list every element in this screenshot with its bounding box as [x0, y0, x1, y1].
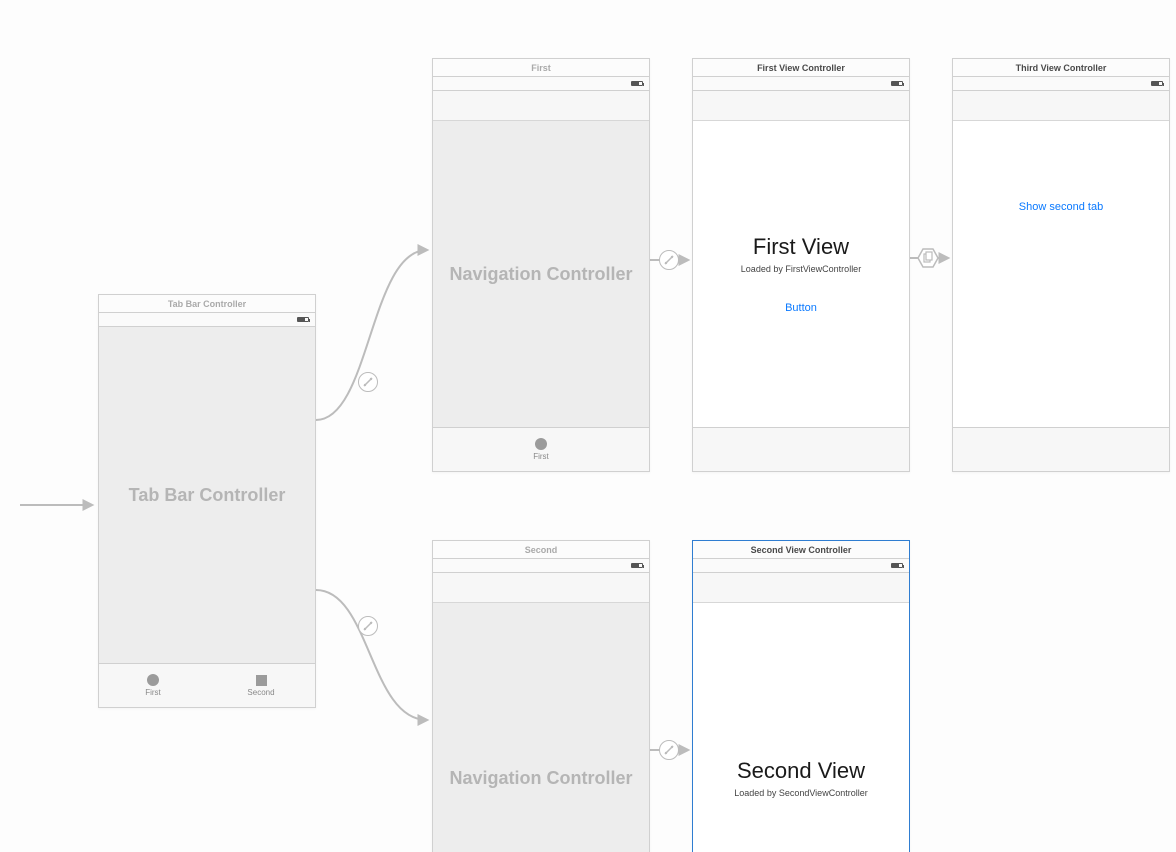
scene-title: Third View Controller — [953, 59, 1169, 77]
view-subtitle: Loaded by SecondViewController — [734, 788, 867, 798]
scene-body: Second View Loaded by SecondViewControll… — [693, 603, 909, 852]
tab-item-first[interactable]: First — [99, 664, 207, 707]
circle-icon — [147, 674, 159, 686]
storyboard-canvas[interactable]: Tab Bar Controller Tab Bar Controller Fi… — [0, 0, 1176, 852]
segue-relationship-icon[interactable] — [358, 372, 378, 392]
scene-placeholder-label: Navigation Controller — [449, 264, 632, 285]
scene-body: Show second tab — [953, 121, 1169, 427]
scene-title: Tab Bar Controller — [99, 295, 315, 313]
tab-item-label: First — [533, 452, 549, 461]
view-heading: Second View — [737, 758, 865, 784]
tab-item-label: Second — [247, 688, 274, 697]
scene-third-view-controller[interactable]: Third View Controller Show second tab — [952, 58, 1170, 472]
scene-placeholder-label: Navigation Controller — [449, 768, 632, 789]
scene-body: Navigation Controller — [433, 121, 649, 427]
status-bar — [693, 77, 909, 91]
segue-relationship-icon[interactable] — [358, 616, 378, 636]
nav-bar — [953, 91, 1169, 121]
scene-title: First — [433, 59, 649, 77]
status-bar — [99, 313, 315, 327]
tab-item-second[interactable]: Second — [207, 664, 315, 707]
battery-icon — [631, 563, 643, 568]
scene-body: Tab Bar Controller — [99, 327, 315, 663]
status-bar — [953, 77, 1169, 91]
scene-nav-controller-first[interactable]: First Navigation Controller First — [432, 58, 650, 472]
tab-item-first[interactable]: First — [433, 428, 649, 471]
show-second-tab-button[interactable]: Show second tab — [1019, 201, 1103, 213]
view-heading: First View — [753, 234, 849, 260]
battery-icon — [891, 81, 903, 86]
scene-first-view-controller[interactable]: First View Controller First View Loaded … — [692, 58, 910, 472]
status-bar — [433, 77, 649, 91]
scene-title: First View Controller — [693, 59, 909, 77]
status-bar — [433, 559, 649, 573]
battery-icon — [891, 563, 903, 568]
tab-bar-placeholder — [953, 427, 1169, 471]
segue-show-icon[interactable] — [917, 247, 939, 269]
scene-nav-controller-second[interactable]: Second Navigation Controller — [432, 540, 650, 852]
button[interactable]: Button — [785, 302, 817, 314]
scene-second-view-controller[interactable]: Second View Controller Second View Loade… — [692, 540, 910, 852]
scene-title: Second View Controller — [693, 541, 909, 559]
battery-icon — [631, 81, 643, 86]
tab-bar: First — [433, 427, 649, 471]
nav-bar — [693, 91, 909, 121]
segue-relationship-icon[interactable] — [659, 250, 679, 270]
segue-relationship-icon[interactable] — [659, 740, 679, 760]
scene-tab-bar-controller[interactable]: Tab Bar Controller Tab Bar Controller Fi… — [98, 294, 316, 708]
battery-icon — [1151, 81, 1163, 86]
tab-bar-placeholder — [693, 427, 909, 471]
scene-body: First View Loaded by FirstViewController… — [693, 121, 909, 427]
view-subtitle: Loaded by FirstViewController — [741, 264, 861, 274]
circle-icon — [535, 438, 547, 450]
scene-title: Second — [433, 541, 649, 559]
nav-bar — [433, 573, 649, 603]
scene-placeholder-label: Tab Bar Controller — [129, 485, 286, 506]
battery-icon — [297, 317, 309, 322]
scene-body: Navigation Controller — [433, 603, 649, 852]
tab-bar: First Second — [99, 663, 315, 707]
square-icon — [256, 675, 267, 686]
nav-bar — [433, 91, 649, 121]
nav-bar — [693, 573, 909, 603]
status-bar — [693, 559, 909, 573]
tab-item-label: First — [145, 688, 161, 697]
